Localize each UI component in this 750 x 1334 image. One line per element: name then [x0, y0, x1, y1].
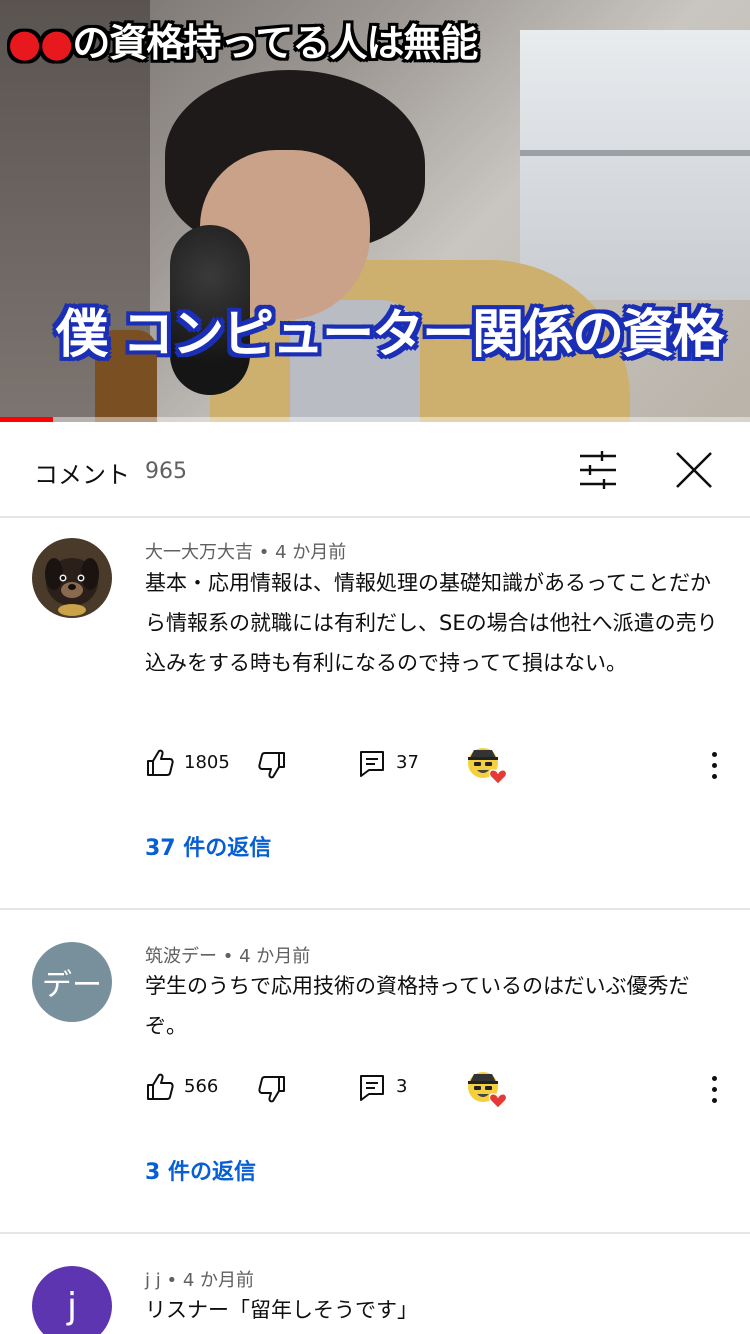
video-caption: 僕 コンピューター関係の資格: [56, 305, 724, 365]
comment-text: リスナー「留年しそうです」: [145, 1298, 418, 1322]
more-options-button[interactable]: [698, 745, 730, 785]
comments-title: コメント: [34, 461, 130, 489]
creator-heart-icon: [468, 748, 508, 785]
thumbs-down-icon: [258, 752, 285, 779]
avatar[interactable]: [32, 538, 112, 618]
meta-separator: •: [222, 946, 234, 967]
comment-meta: 大一大万大吉 • 4 か月前: [145, 538, 346, 564]
close-button[interactable]: [670, 446, 718, 494]
thumbs-up-icon: [147, 1073, 174, 1100]
comment-text: 基本・応用情報は、情報処理の基礎知識があるってことだから情報系の就職には有利だし…: [145, 571, 718, 675]
video-overlay-title: ●●の資格持ってる人は無能: [8, 12, 478, 67]
comment-item: 大一大万大吉 • 4 か月前 基本・応用情報は、情報処理の基礎知識があるってこと…: [0, 518, 750, 908]
dislike-button[interactable]: [257, 750, 291, 784]
avatar[interactable]: j: [32, 1266, 112, 1334]
view-replies-link[interactable]: 37 件の返信: [145, 830, 271, 862]
sort-button[interactable]: [574, 448, 622, 492]
overlay-title-text: の資格持ってる人は無能: [72, 21, 478, 65]
creator-heart: [466, 1070, 510, 1110]
comment-actions: 566 3: [0, 1064, 750, 1114]
like-button[interactable]: [145, 1072, 179, 1106]
creator-heart-icon: [468, 1072, 508, 1109]
thumbs-up-icon: [147, 749, 174, 776]
comment-time: 4 か月前: [182, 1270, 255, 1291]
comment-text: 学生のうちで応用技術の資格持っているのはだいぶ優秀だぞ。: [145, 974, 690, 1038]
dislike-button[interactable]: [257, 1074, 291, 1108]
comment-icon: [360, 1075, 384, 1101]
avatar-initials: デー: [42, 968, 102, 1003]
video-player[interactable]: ●●の資格持ってる人は無能 僕 コンピューター関係の資格: [0, 0, 750, 422]
like-button[interactable]: [145, 748, 179, 782]
comment-icon: [360, 751, 384, 777]
reply-button[interactable]: [359, 750, 393, 784]
comment-actions: 1805 37: [0, 740, 750, 790]
reply-button[interactable]: [359, 1074, 393, 1108]
comment-time: 4 か月前: [239, 946, 311, 967]
avatar[interactable]: デー: [32, 942, 112, 1022]
comment-author[interactable]: 筑波デー: [145, 946, 217, 967]
comment-item: j j j • 4 か月前 リスナー「留年しそうです」: [0, 1234, 750, 1334]
comment-item: デー 筑波デー • 4 か月前 学生のうちで応用技術の資格持っているのはだいぶ優…: [0, 910, 750, 1232]
more-options-button[interactable]: [698, 1069, 730, 1109]
reply-count: 3: [396, 1076, 408, 1097]
sliders-icon: [580, 451, 616, 489]
like-count: 566: [184, 1076, 219, 1097]
thumbs-down-icon: [258, 1076, 285, 1103]
comment-time: 4 か月前: [275, 542, 347, 563]
comment-author[interactable]: j j: [145, 1270, 161, 1291]
meta-separator: •: [258, 542, 270, 563]
view-replies-link[interactable]: 3 件の返信: [145, 1154, 256, 1186]
comments-count: 965: [145, 459, 187, 484]
meta-separator: •: [166, 1270, 178, 1291]
background-window: [520, 30, 750, 300]
close-icon: [676, 452, 712, 488]
comment-meta: 筑波デー • 4 か月前: [145, 942, 310, 968]
dog-avatar-icon: [32, 538, 112, 618]
comment-author[interactable]: 大一大万大吉: [145, 542, 253, 563]
comment-meta: j j • 4 か月前: [145, 1266, 254, 1292]
creator-heart: [466, 746, 510, 786]
comments-header: コメント 965: [0, 422, 750, 518]
avatar-initials: j: [66, 1285, 77, 1327]
overlay-title-dots: ●●: [8, 21, 73, 65]
reply-count: 37: [396, 752, 419, 773]
like-count: 1805: [184, 752, 230, 773]
